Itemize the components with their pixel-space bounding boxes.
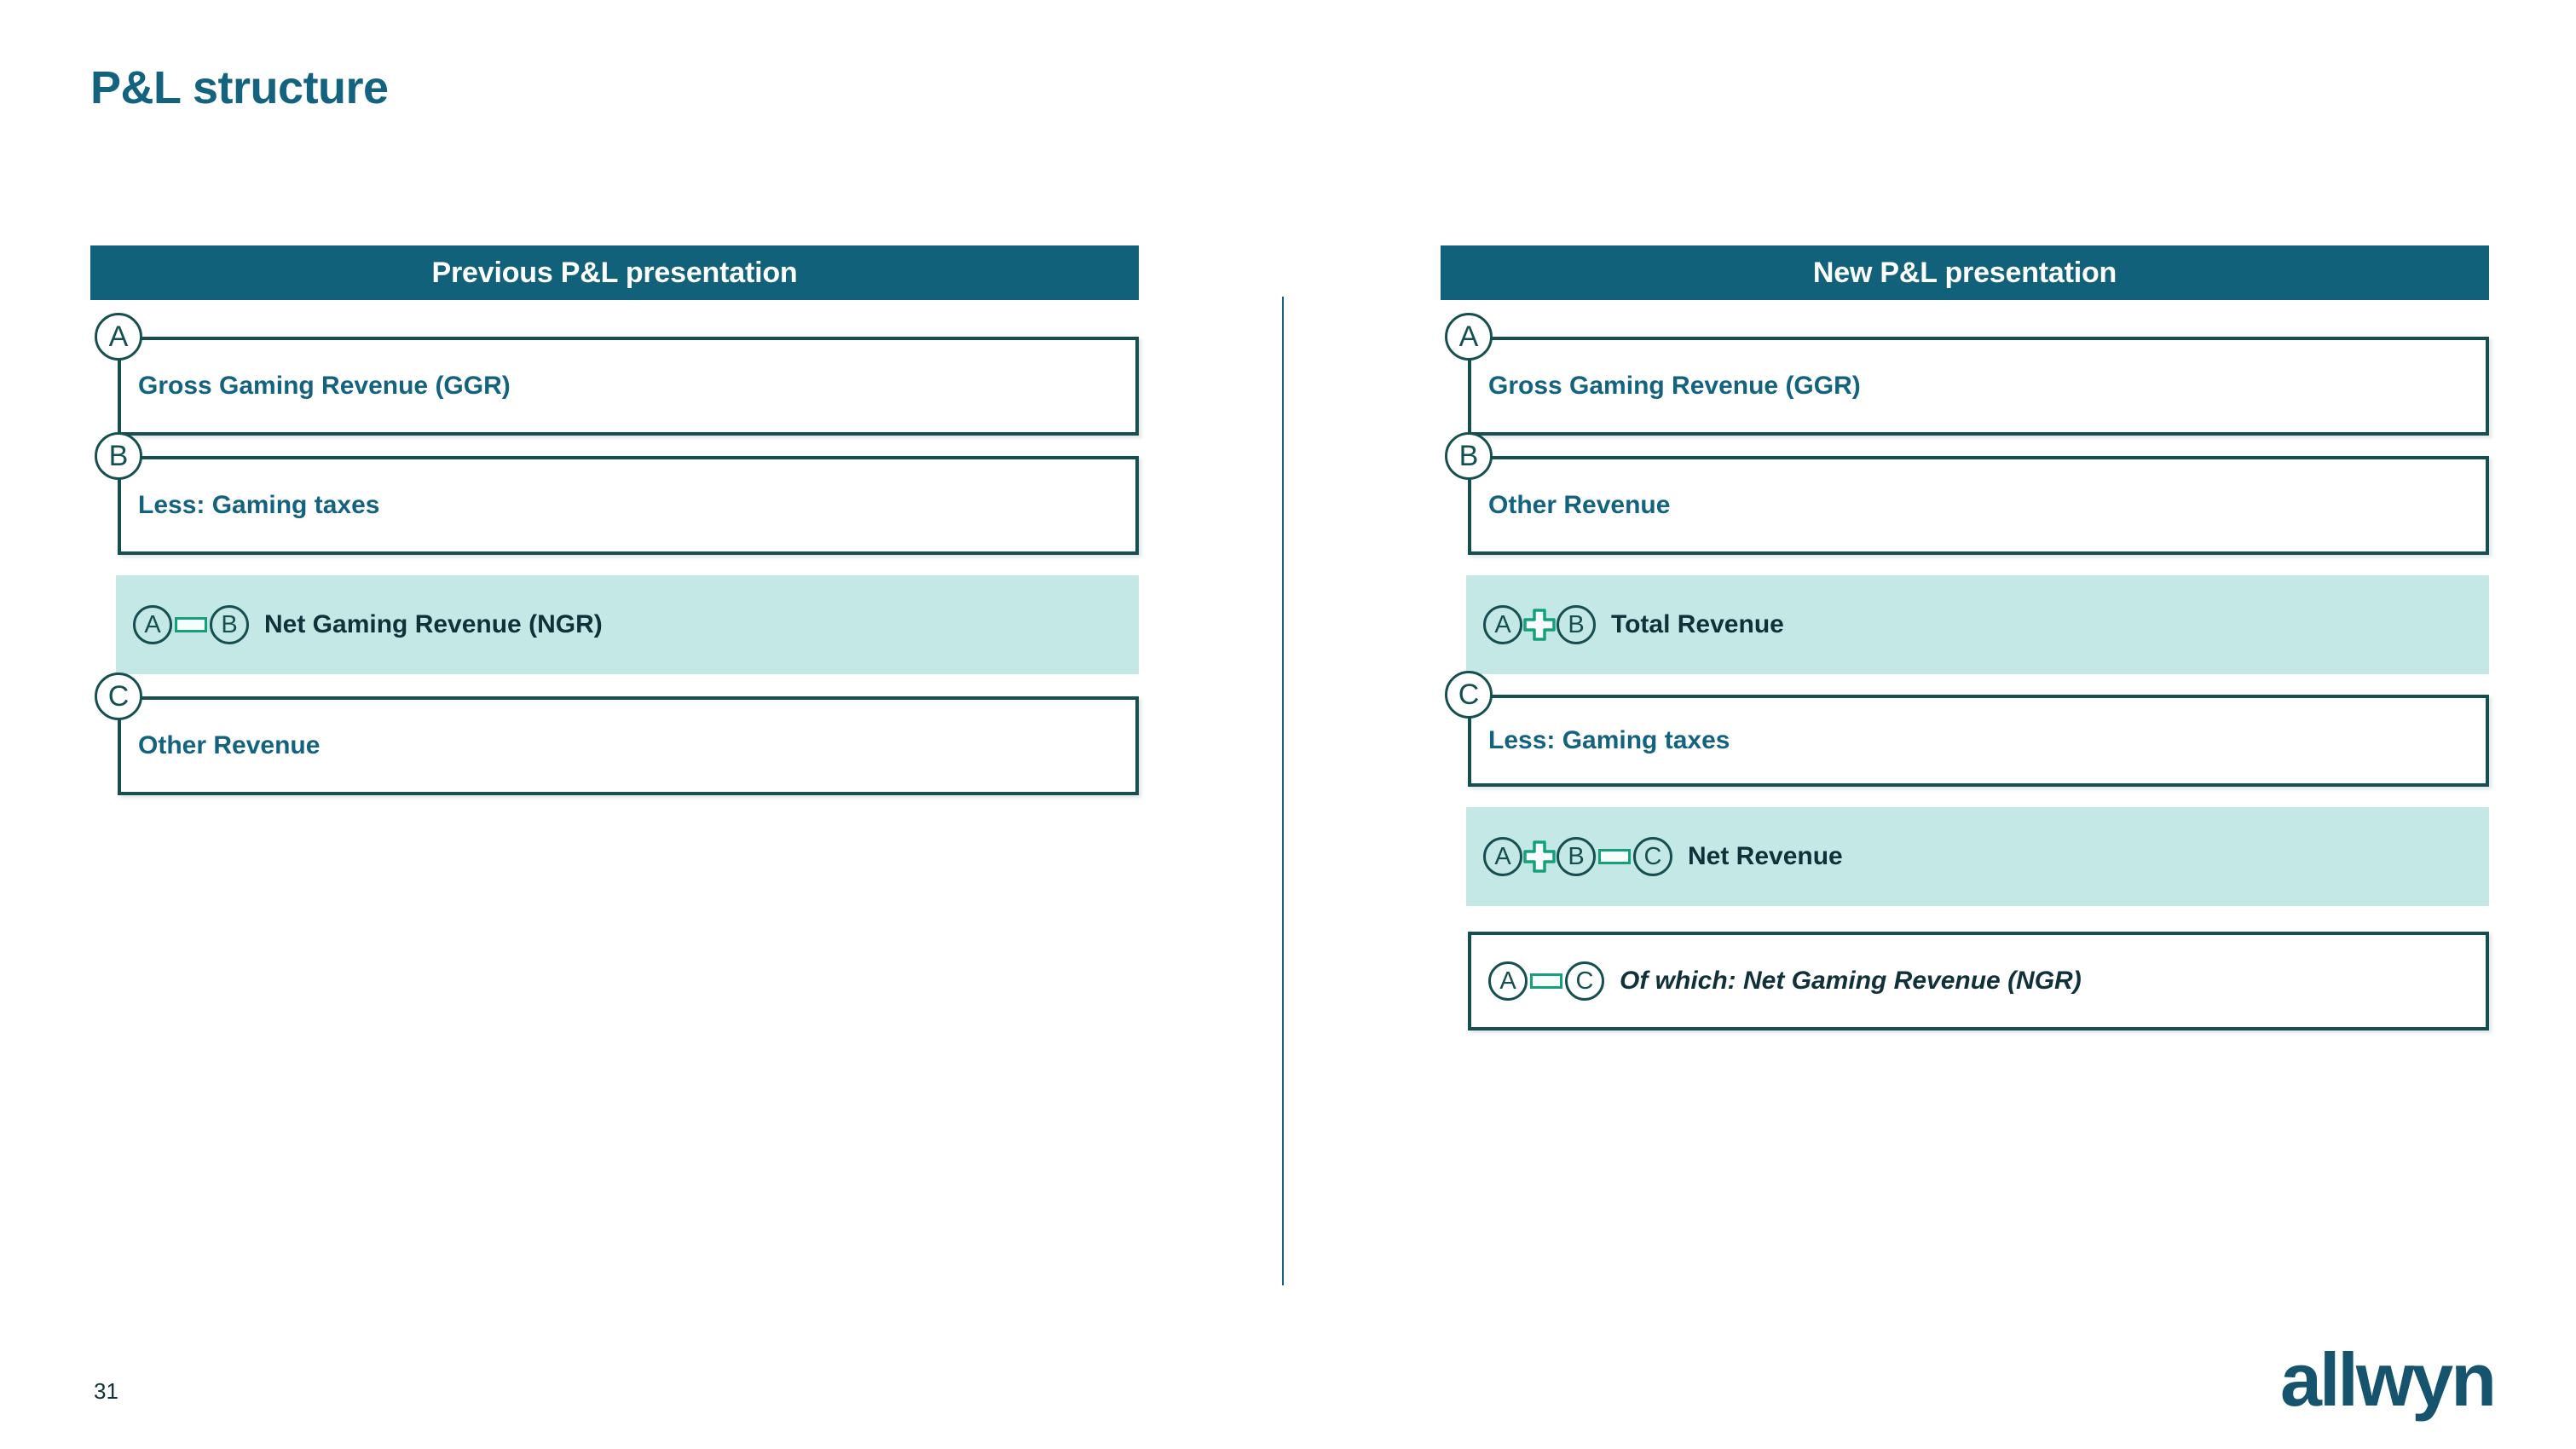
minus-operator-icon [1530,973,1562,989]
minus-operator-icon [175,617,207,632]
pl-row-body: Less: Gaming taxes [121,459,1135,551]
pl-row-label: Net Revenue [1688,842,1843,870]
pl-row-body: Gross Gaming Revenue (GGR) [1471,340,2486,432]
pl-row[interactable]: A Gross Gaming Revenue (GGR) [1445,313,2489,436]
pl-row-body: A C Of which: Net Gaming Revenue (NGR) [1471,935,2486,1027]
pl-row-formula: AB [1483,605,1596,644]
pl-row-label: Gross Gaming Revenue (GGR) [1488,372,1861,400]
column-header-label: Previous P&L presentation [431,256,798,289]
pl-row[interactable]: A C Of which: Net Gaming Revenue (NGR) [1468,932,2489,1030]
pl-row-label: Gross Gaming Revenue (GGR) [138,372,511,400]
pl-row-formula: ABC [1483,837,1672,876]
plus-operator-icon [1523,609,1556,641]
formula-badge-c: C [1633,837,1672,876]
pl-row-body: Gross Gaming Revenue (GGR) [121,340,1135,432]
column-previous-pl: Previous P&L presentation A Gross Gaming … [90,245,1139,795]
vertical-divider [1282,297,1284,1285]
pl-row-label: Other Revenue [1488,491,1671,519]
allwyn-logo: allwyn [2280,1337,2497,1422]
formula-badge-a: A [1483,605,1522,644]
formula-badge-b: B [1557,837,1596,876]
pl-row[interactable]: C Other Revenue [95,673,1139,795]
formula-badge-b: B [1557,605,1596,644]
pl-row[interactable]: B Other Revenue [1445,432,2489,555]
pl-row-formula: AC [1488,961,1604,1001]
pl-row-body: Less: Gaming taxes [1471,698,2486,783]
pl-row-body: Other Revenue [121,700,1135,792]
column-header-new: New P&L presentation [1441,245,2489,300]
formula-badge-a: A [1483,837,1522,876]
pl-row-body: A B Total Revenue [1466,575,2489,674]
formula-badge-c: C [1565,961,1604,1001]
pl-row[interactable]: A B Net Gaming Revenue (NGR) [116,575,1139,674]
formula-badge-b: B [210,605,249,644]
plus-operator-icon [1523,840,1556,873]
column-header-previous: Previous P&L presentation [90,245,1139,300]
pl-row[interactable]: B Less: Gaming taxes [95,432,1139,555]
pl-row-label: Net Gaming Revenue (NGR) [264,610,603,638]
pl-row-label: Of which: Net Gaming Revenue (NGR) [1620,967,2082,995]
column-new-pl: New P&L presentation A Gross Gaming Reven… [1441,245,2489,1030]
formula-badge-a: A [133,605,172,644]
pl-row-label: Other Revenue [138,731,321,759]
pl-row-body: Other Revenue [1471,459,2486,551]
corner-badge-b: B [1445,432,1493,480]
pl-row[interactable]: A Gross Gaming Revenue (GGR) [95,313,1139,436]
corner-badge-b: B [95,432,142,480]
row-list-new: A Gross Gaming Revenue (GGR) B Other Revenu… [1441,313,2489,1030]
pl-row[interactable]: A B C Net Revenue [1466,807,2489,906]
page-title: P&L structure [90,62,389,113]
minus-operator-icon [1598,849,1631,864]
corner-badge-a: A [1445,313,1493,361]
column-header-label: New P&L presentation [1812,256,2117,289]
pl-row-label: Less: Gaming taxes [1488,726,1730,754]
pl-row-body: A B C Net Revenue [1466,807,2489,906]
pl-row-label: Total Revenue [1611,610,1784,638]
pl-row-formula: AB [133,605,249,644]
pl-row-body: A B Net Gaming Revenue (NGR) [116,575,1139,674]
row-list-previous: A Gross Gaming Revenue (GGR) B Less: Gaming… [90,313,1139,795]
page-number: 31 [94,1378,118,1404]
corner-badge-c: C [95,673,142,720]
pl-row[interactable]: C Less: Gaming taxes [1445,671,2489,787]
pl-row-label: Less: Gaming taxes [138,491,380,519]
corner-badge-a: A [95,313,142,361]
corner-badge-c: C [1445,671,1493,719]
pl-row[interactable]: A B Total Revenue [1466,575,2489,674]
formula-badge-a: A [1488,961,1528,1001]
